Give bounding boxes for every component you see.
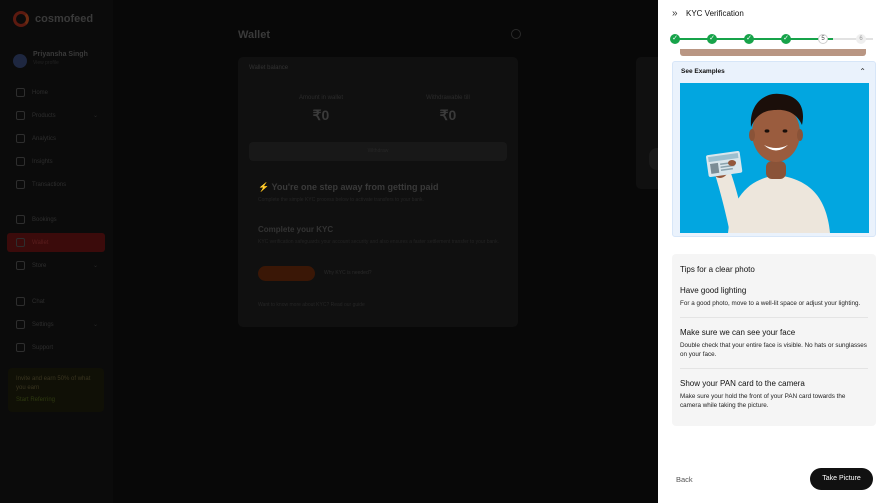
profile-name: Priyansha Singh: [33, 51, 88, 58]
chevron-up-icon[interactable]: ⌃: [859, 67, 866, 76]
why-kyc-link[interactable]: Why KYC is needed?: [324, 270, 372, 276]
sidebar-item-store[interactable]: Store ⌄: [16, 261, 98, 270]
sidebar-item-label: Bookings: [32, 216, 57, 223]
photo-tips-card: Tips for a clear photo Have good lightin…: [672, 254, 876, 426]
tip-heading: Show your PAN card to the camera: [680, 378, 805, 388]
page-title: Wallet: [238, 29, 270, 41]
sidebar-item-label: Wallet: [32, 239, 49, 246]
sidebar-item-label: Store: [32, 262, 47, 269]
step-5-current: 5: [818, 34, 828, 44]
sidebar-item-transactions[interactable]: Transactions: [16, 180, 98, 189]
withdraw-button[interactable]: Withdraw: [249, 142, 507, 161]
sidebar-item-label: Products: [32, 112, 56, 119]
sidebar-item-label: Chat: [32, 298, 45, 305]
list-icon: [16, 180, 25, 189]
back-button[interactable]: Back: [676, 475, 693, 484]
profile-subtitle: View profile: [33, 60, 59, 66]
sidebar-item-label: Insights: [32, 158, 53, 165]
see-examples-accordion[interactable]: See Examples ⌃: [672, 61, 876, 237]
previous-photo-preview: [680, 49, 866, 56]
referral-promo: Invite and earn 50% of what you earn Sta…: [8, 368, 104, 412]
insights-icon: [16, 157, 25, 166]
profile[interactable]: Priyansha Singh View profile: [13, 51, 88, 68]
kyc-title: Complete your KYC: [258, 225, 334, 234]
complete-kyc-button[interactable]: [258, 266, 315, 281]
brand-name: cosmofeed: [35, 13, 94, 25]
step-6-pending: 6: [856, 34, 866, 44]
examples-title: See Examples: [681, 68, 725, 75]
sidebar-item-insights[interactable]: Insights: [16, 157, 98, 166]
sidebar-item-analytics[interactable]: Analytics: [16, 134, 98, 143]
brand-logo[interactable]: cosmofeed: [13, 11, 93, 27]
amount-value: ₹0: [439, 107, 457, 123]
gear-icon: [16, 320, 25, 329]
kyc-step-heading: ⚡ You're one step away from getting paid: [258, 182, 439, 192]
kyc-panel: » KYC Verification ✓ ✓ ✓ ✓ 5 6 See Examp…: [658, 0, 888, 503]
person-holding-pan-card-illustration: [680, 83, 869, 233]
kyc-step-subtitle: Complete the simple KYC process below to…: [258, 197, 424, 203]
tip-heading: Make sure we can see your face: [680, 327, 796, 337]
sidebar-item-settings[interactable]: Settings ⌄: [16, 320, 98, 329]
chat-icon: [16, 297, 25, 306]
wallet-balance-header: Wallet balance: [249, 65, 289, 71]
sidebar-item-products[interactable]: Products ⌄: [16, 111, 98, 120]
tip-item: Show your PAN card to the camera Make su…: [680, 379, 868, 419]
withdrawable-amount: Withdrawable till ₹0: [393, 95, 503, 124]
calendar-icon: [16, 215, 25, 224]
sidebar-item-label: Transactions: [32, 181, 67, 188]
help-icon: [16, 343, 25, 352]
step-1-check-icon: ✓: [670, 34, 680, 44]
amount-value: ₹0: [312, 107, 330, 123]
amount-in-wallet: Amount in wallet ₹0: [266, 95, 376, 124]
sidebar: cosmofeed Priyansha Singh View profile H…: [0, 0, 113, 503]
tip-body: Double check that your entire face is vi…: [680, 341, 867, 359]
wallet-card: Wallet balance Amount in wallet ₹0 Withd…: [238, 57, 518, 327]
home-icon: [16, 88, 25, 97]
sidebar-item-label: Home: [32, 89, 49, 96]
step-3-check-icon: ✓: [744, 34, 754, 44]
settings-icon[interactable]: [511, 29, 521, 39]
example-photo: [680, 83, 869, 233]
tip-body: Make sure your hold the front of your PA…: [680, 392, 846, 410]
tips-title: Tips for a clear photo: [680, 265, 755, 274]
sidebar-item-label: Support: [32, 344, 54, 351]
tip-body: For a good photo, move to a well-lit spa…: [680, 300, 861, 307]
stepper-pending-line: [833, 38, 873, 40]
sidebar-item-wallet[interactable]: Wallet: [7, 233, 105, 252]
tip-item: Have good lighting For a good photo, mov…: [680, 286, 868, 318]
sidebar-item-chat[interactable]: Chat: [16, 297, 98, 306]
box-icon: [16, 111, 25, 120]
kyc-description: KYC verification safeguards your account…: [258, 239, 499, 245]
store-icon: [16, 261, 25, 270]
sidebar-item-home[interactable]: Home: [16, 88, 98, 97]
stepper-progress-line: [675, 38, 833, 40]
step-4-check-icon: ✓: [781, 34, 791, 44]
promo-link[interactable]: Start Referring: [16, 397, 96, 403]
avatar: [13, 54, 27, 68]
sidebar-item-support[interactable]: Support: [16, 343, 98, 352]
sidebar-item-label: Settings: [32, 321, 54, 328]
kyc-stepper: ✓ ✓ ✓ ✓ 5 6: [670, 32, 878, 46]
chevron-down-icon: ⌄: [92, 113, 98, 119]
chart-icon: [16, 134, 25, 143]
double-chevron-right-icon[interactable]: »: [672, 8, 678, 19]
step-2-check-icon: ✓: [707, 34, 717, 44]
amount-label: Withdrawable till: [426, 95, 470, 101]
chevron-down-icon: ⌄: [92, 263, 98, 269]
sidebar-item-label: Analytics: [32, 135, 57, 142]
wallet-icon: [16, 238, 25, 247]
chevron-down-icon: ⌄: [92, 322, 98, 328]
tip-item: Make sure we can see your face Double ch…: [680, 328, 868, 369]
tip-heading: Have good lighting: [680, 286, 747, 295]
cosmofeed-logo-icon: [13, 11, 29, 27]
sidebar-item-bookings[interactable]: Bookings: [16, 215, 98, 224]
main-content: Wallet Wallet balance Amount in wallet ₹…: [113, 0, 665, 503]
amount-label: Amount in wallet: [298, 95, 344, 101]
take-picture-button[interactable]: Take Picture: [810, 468, 873, 490]
kyc-guide-footer: Want to know more about KYC? Read our gu…: [258, 302, 365, 308]
panel-title: KYC Verification: [686, 9, 744, 18]
promo-text: Invite and earn 50% of what you earn: [16, 376, 91, 391]
